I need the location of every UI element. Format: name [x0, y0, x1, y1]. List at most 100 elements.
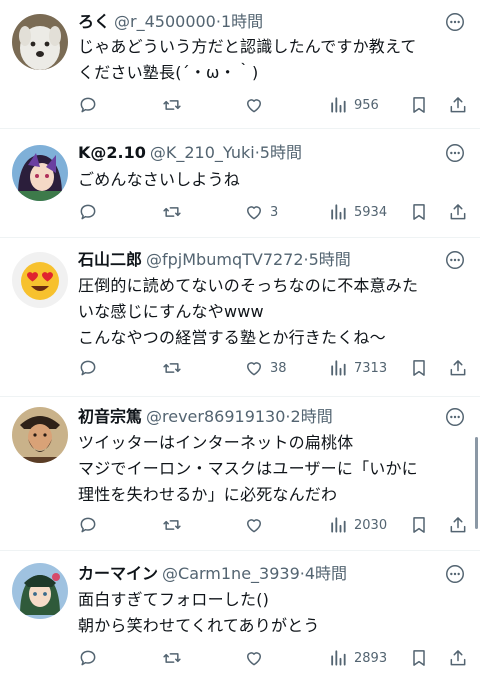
retweet-button[interactable] — [162, 356, 188, 380]
bookmark-button[interactable] — [409, 356, 429, 380]
display-name[interactable]: K@2.10 — [78, 143, 146, 162]
like-button[interactable]: 38 — [244, 356, 287, 380]
like-count: 3 — [270, 204, 279, 220]
scrollbar[interactable] — [475, 437, 478, 529]
view-count: 5934 — [354, 204, 388, 220]
avatar[interactable] — [12, 407, 68, 463]
views-button[interactable]: 2030 — [328, 513, 387, 537]
bookmark-button[interactable] — [409, 93, 429, 117]
bearded-man-avatar-icon — [12, 407, 68, 463]
tweet-text: 圧倒的に読めてないのそっちなのに不本意みた いな感じにすんなやwww こんなやつ… — [78, 276, 419, 347]
bookmark-icon — [413, 97, 425, 113]
timestamp[interactable]: 1時間 — [221, 12, 263, 31]
share-button[interactable] — [448, 93, 468, 117]
avatar[interactable] — [12, 14, 68, 70]
retweet-button[interactable] — [162, 513, 188, 537]
view-count: 2030 — [354, 517, 388, 533]
anime-avatar-icon — [12, 145, 68, 201]
user-handle[interactable]: @rever86919130 — [146, 407, 285, 426]
tweet-text: ツイッターはインターネットの扁桃体 マジでイーロン・マスクはユーザーに「いかに … — [78, 433, 418, 504]
speech-bubble-icon — [80, 360, 96, 376]
reply-button[interactable] — [78, 646, 104, 670]
views-button[interactable]: 5934 — [328, 200, 387, 224]
retweet-button[interactable] — [162, 200, 188, 224]
heart-eyes-emoji-icon — [12, 252, 68, 308]
tweet-actions: 956 — [78, 93, 468, 117]
bar-chart-icon — [331, 97, 346, 113]
bookmark-button[interactable] — [409, 200, 429, 224]
more-dots-icon[interactable] — [444, 249, 466, 271]
heart-icon — [247, 362, 261, 376]
like-button[interactable] — [244, 646, 270, 670]
avatar[interactable] — [12, 252, 68, 308]
tweet[interactable]: 初音宗篤 @rever86919130·2時間 ツイッターはインターネットの扁桃体… — [0, 397, 480, 550]
bookmark-button[interactable] — [409, 646, 429, 670]
timestamp[interactable]: 2時間 — [291, 407, 333, 426]
share-button[interactable] — [448, 356, 468, 380]
bar-chart-icon — [331, 360, 346, 376]
view-count: 7313 — [354, 360, 388, 376]
bookmark-icon — [413, 650, 425, 666]
retweet-icon — [163, 100, 181, 110]
views-button[interactable]: 7313 — [328, 356, 387, 380]
dog-avatar-icon — [12, 14, 68, 70]
reply-button[interactable] — [78, 356, 104, 380]
tweet[interactable]: カーマイン @Carm1ne_3939·4時間 面白すぎてフォローした() 朝から… — [0, 551, 480, 680]
speech-bubble-icon — [80, 97, 96, 113]
like-button[interactable] — [244, 513, 270, 537]
user-handle[interactable]: @Carm1ne_3939 — [162, 564, 300, 583]
more-dots-icon[interactable] — [444, 563, 466, 585]
bar-chart-icon — [331, 517, 346, 533]
timestamp[interactable]: 4時間 — [305, 564, 347, 583]
share-icon — [450, 360, 466, 376]
tweet[interactable]: ろく @r_4500000·1時間 じゃあどういう方だと認識したんですか教えて く… — [0, 0, 480, 128]
views-button[interactable]: 956 — [328, 93, 379, 117]
share-icon — [450, 650, 466, 666]
user-handle[interactable]: @r_4500000 — [114, 12, 216, 31]
speech-bubble-icon — [80, 650, 96, 666]
display-name[interactable]: 初音宗篤 — [78, 407, 142, 426]
like-button[interactable] — [244, 93, 270, 117]
bookmark-button[interactable] — [409, 513, 429, 537]
more-dots-icon[interactable] — [444, 142, 466, 164]
share-button[interactable] — [448, 646, 468, 670]
reply-button[interactable] — [78, 513, 104, 537]
avatar[interactable] — [12, 145, 68, 201]
tweet-actions: 2030 — [78, 513, 468, 537]
retweet-icon — [163, 653, 181, 663]
bookmark-icon — [413, 204, 425, 220]
retweet-icon — [163, 363, 181, 373]
share-button[interactable] — [448, 200, 468, 224]
timestamp[interactable]: 5時間 — [309, 250, 351, 269]
reply-button[interactable] — [78, 93, 104, 117]
tweet[interactable]: 石山二郎 @fpjMbumqTV7272·5時間 圧倒的に読めてないのそっちなのに… — [0, 238, 480, 396]
view-count: 2893 — [354, 650, 388, 666]
retweet-button[interactable] — [162, 93, 188, 117]
share-button[interactable] — [448, 513, 468, 537]
bar-chart-icon — [331, 650, 346, 666]
display-name[interactable]: カーマイン — [78, 564, 158, 583]
more-dots-icon[interactable] — [444, 11, 466, 33]
avatar[interactable] — [12, 563, 68, 619]
tweet-text: じゃあどういう方だと認識したんですか教えて ください塾長(´・ω・｀) — [78, 37, 417, 82]
display-name[interactable]: 石山二郎 — [78, 250, 142, 269]
more-dots-icon[interactable] — [444, 406, 466, 428]
heart-icon — [247, 206, 261, 220]
reply-button[interactable] — [78, 200, 104, 224]
user-handle[interactable]: @fpjMbumqTV7272 — [146, 250, 304, 269]
views-button[interactable]: 2893 — [328, 646, 387, 670]
tweet-actions: 3 5934 — [78, 200, 468, 224]
view-count: 956 — [354, 97, 379, 113]
speech-bubble-icon — [80, 517, 96, 533]
tweet[interactable]: K@2.10 @K_210_Yuki·5時間 ごめんなさいしようね 3 5934 — [0, 129, 480, 237]
share-icon — [450, 517, 466, 533]
heart-icon — [247, 99, 261, 113]
retweet-icon — [163, 207, 181, 217]
user-handle[interactable]: @K_210_Yuki — [150, 143, 255, 162]
timestamp[interactable]: 5時間 — [260, 143, 302, 162]
like-button[interactable]: 3 — [244, 200, 278, 224]
display-name[interactable]: ろく — [78, 12, 110, 31]
heart-icon — [247, 519, 261, 533]
retweet-button[interactable] — [162, 646, 188, 670]
like-count: 38 — [270, 360, 287, 376]
